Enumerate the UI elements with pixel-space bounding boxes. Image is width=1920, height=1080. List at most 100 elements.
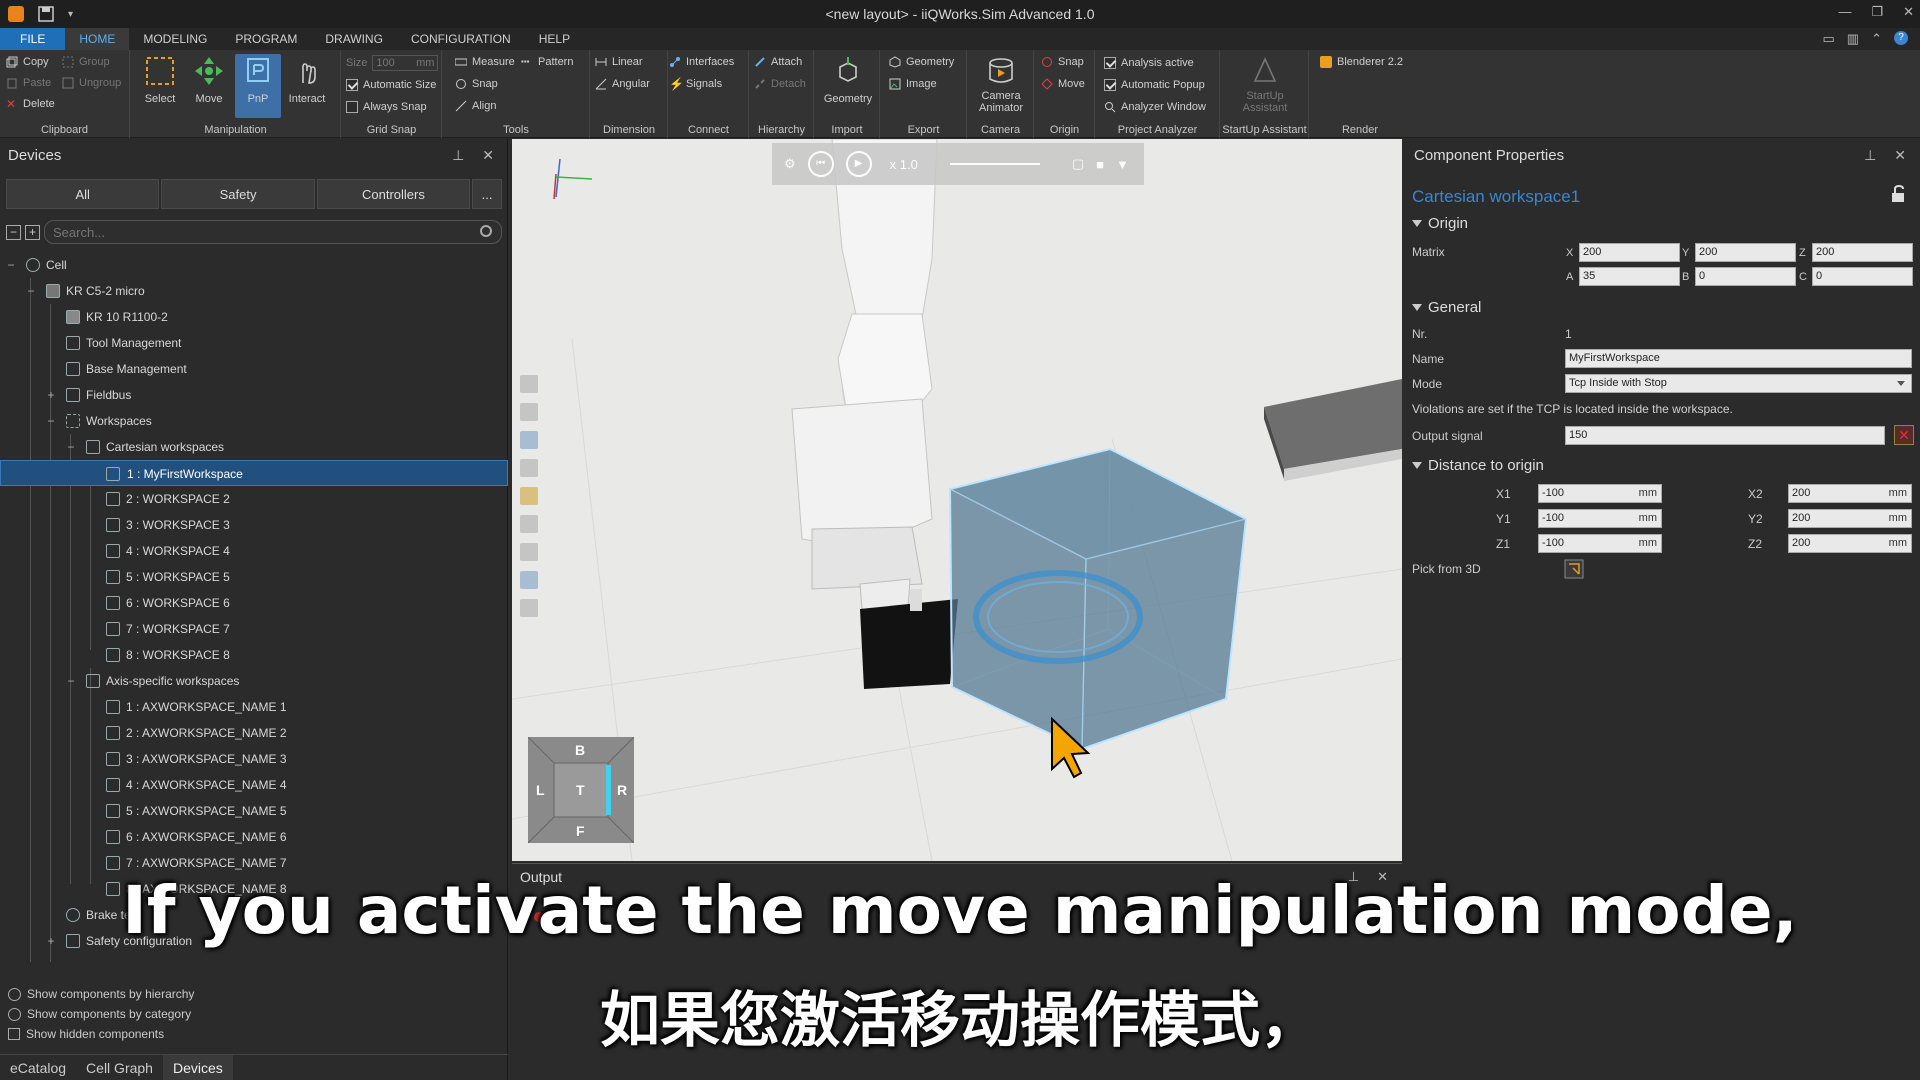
tree-item-axworkspace-6[interactable]: 6 : AXWORKSPACE_NAME 6 bbox=[0, 824, 508, 850]
name-input[interactable]: MyFirstWorkspace bbox=[1565, 349, 1912, 368]
tree-item-workspace-2[interactable]: 2 : WORKSPACE 2 bbox=[0, 486, 508, 512]
matrix-z-field[interactable]: 200 bbox=[1812, 243, 1913, 262]
origin-move-button[interactable]: Move bbox=[1041, 78, 1085, 90]
layout-icon[interactable]: ▭ bbox=[1823, 31, 1835, 47]
tree-item-workspace-7[interactable]: 7 : WORKSPACE 7 bbox=[0, 616, 508, 642]
linear-button[interactable]: Linear bbox=[595, 56, 643, 68]
tree-item-robot[interactable]: KR 10 R1100-2 bbox=[0, 304, 508, 330]
window-layout-icon[interactable]: ▥ bbox=[1847, 31, 1859, 47]
speed-slider[interactable] bbox=[949, 163, 1040, 165]
automatic-popup-checkbox[interactable]: Automatic Popup bbox=[1104, 79, 1205, 91]
quick-access-dropdown-icon[interactable]: ▾ bbox=[68, 9, 73, 20]
filter-icon[interactable]: ▼ bbox=[1116, 157, 1129, 172]
tree-item-base-management[interactable]: Base Management bbox=[0, 356, 508, 382]
export-image-button[interactable]: Image bbox=[889, 78, 937, 90]
menu-home[interactable]: HOME bbox=[65, 28, 130, 50]
distance-y1-field[interactable]: -100 mm bbox=[1538, 509, 1662, 528]
render-mode-icon[interactable] bbox=[520, 487, 538, 505]
search-icon[interactable] bbox=[480, 225, 492, 237]
ungroup-button[interactable]: Ungroup bbox=[62, 77, 121, 89]
interfaces-button[interactable]: Interfaces bbox=[669, 56, 734, 68]
tree-item-workspace-8[interactable]: 8 : WORKSPACE 8 bbox=[0, 642, 508, 668]
navcube-left[interactable]: L bbox=[536, 782, 545, 798]
align-button[interactable]: Align bbox=[455, 100, 496, 112]
distance-z1-field[interactable]: -100 mm bbox=[1538, 534, 1662, 553]
always-snap-checkbox[interactable]: Always Snap bbox=[346, 101, 427, 113]
tree-item-cartesian-workspaces[interactable]: − Cartesian workspaces bbox=[0, 434, 508, 460]
menu-configuration[interactable]: CONFIGURATION bbox=[397, 28, 525, 50]
menu-drawing[interactable]: DRAWING bbox=[311, 28, 397, 50]
menu-program[interactable]: PROGRAM bbox=[221, 28, 311, 50]
delete-button[interactable]: ✕ Delete bbox=[6, 98, 55, 110]
distance-x1-field[interactable]: -100 mm bbox=[1538, 484, 1662, 503]
pnp-button[interactable]: PnP bbox=[235, 54, 281, 118]
mode-select[interactable]: Tcp Inside with Stop bbox=[1565, 374, 1912, 393]
matrix-y-field[interactable]: 200 bbox=[1695, 243, 1796, 262]
tree-item-fieldbus[interactable]: + Fieldbus bbox=[0, 382, 508, 408]
tab-more[interactable]: ... bbox=[472, 179, 503, 209]
search-input[interactable] bbox=[44, 220, 502, 244]
signals-button[interactable]: ⚡ Signals bbox=[669, 78, 722, 90]
navcube-right[interactable]: R bbox=[617, 782, 627, 798]
tree-item-workspace-3[interactable]: 3 : WORKSPACE 3 bbox=[0, 512, 508, 538]
navigation-cube[interactable]: B L T R F bbox=[528, 737, 634, 843]
perspective-icon[interactable] bbox=[520, 459, 538, 477]
origin-snap-button[interactable]: Snap bbox=[1041, 56, 1084, 68]
tree-item-workspace-5[interactable]: 5 : WORKSPACE 5 bbox=[0, 564, 508, 590]
move-button[interactable]: Move bbox=[186, 54, 232, 118]
interact-button[interactable]: Interact bbox=[284, 54, 330, 118]
tree-item-workspaces[interactable]: − Workspaces bbox=[0, 408, 508, 434]
restore-icon[interactable]: ❐ bbox=[1871, 4, 1883, 20]
unlock-icon[interactable] bbox=[1890, 185, 1906, 203]
tree-item-axworkspace-4[interactable]: 4 : AXWORKSPACE_NAME 4 bbox=[0, 772, 508, 798]
collapse-ribbon-icon[interactable]: ⌃ bbox=[1871, 31, 1882, 47]
3d-viewport[interactable]: ⚙ ⏮ ▶ x 1.0 ▢ ■ ▼ B L T R F bbox=[512, 139, 1402, 861]
matrix-b-field[interactable]: 0 bbox=[1695, 267, 1796, 286]
grid-size-input[interactable]: 100 mm bbox=[372, 55, 439, 71]
tree-item-cell[interactable]: − Cell bbox=[0, 252, 508, 278]
distance-y2-field[interactable]: 200 mm bbox=[1788, 509, 1912, 528]
cube-view-icon[interactable] bbox=[520, 599, 538, 617]
help-icon[interactable]: ? bbox=[1894, 31, 1908, 45]
tree-item-axworkspace-2[interactable]: 2 : AXWORKSPACE_NAME 2 bbox=[0, 720, 508, 746]
distance-x2-field[interactable]: 200 mm bbox=[1788, 484, 1912, 503]
camera-icon[interactable]: ■ bbox=[1096, 157, 1104, 172]
measure-button[interactable]: Measure bbox=[455, 56, 515, 68]
close-panel-icon[interactable]: ✕ bbox=[482, 147, 494, 164]
menu-help[interactable]: HELP bbox=[525, 28, 584, 50]
tree-item-workspace-4[interactable]: 4 : WORKSPACE 4 bbox=[0, 538, 508, 564]
tree-item-axworkspace-3[interactable]: 3 : AXWORKSPACE_NAME 3 bbox=[0, 746, 508, 772]
tree-item-controller[interactable]: − KR C5-2 micro bbox=[0, 278, 508, 304]
collapse-all-icon[interactable]: − bbox=[6, 224, 21, 240]
close-window-icon[interactable]: ✕ bbox=[1903, 4, 1914, 20]
tree-item-tool-management[interactable]: Tool Management bbox=[0, 330, 508, 356]
tree-item-axis-workspaces[interactable]: − Axis-specific workspaces bbox=[0, 668, 508, 694]
camera-animator-button[interactable]: Camera Animator bbox=[974, 54, 1028, 118]
matrix-a-field[interactable]: 35 bbox=[1579, 267, 1680, 286]
navcube-top[interactable]: B bbox=[575, 742, 585, 758]
tree-item-axworkspace-5[interactable]: 5 : AXWORKSPACE_NAME 5 bbox=[0, 798, 508, 824]
tools-snap-button[interactable]: Snap bbox=[455, 78, 498, 90]
analysis-active-checkbox[interactable]: Analysis active bbox=[1104, 57, 1194, 69]
automatic-size-checkbox[interactable]: Automatic Size bbox=[346, 79, 436, 91]
blender-button[interactable]: Blenderer 2.2 bbox=[1320, 56, 1403, 68]
minimize-icon[interactable]: — bbox=[1838, 4, 1851, 20]
paste-button[interactable]: Paste bbox=[6, 77, 51, 89]
matrix-x-field[interactable]: 200 bbox=[1579, 243, 1680, 262]
matrix-c-field[interactable]: 0 bbox=[1812, 267, 1913, 286]
section-origin[interactable]: Origin bbox=[1412, 215, 1468, 232]
axes-icon[interactable] bbox=[520, 515, 538, 533]
pick-from-3d-icon[interactable] bbox=[1564, 559, 1584, 579]
tree-item-workspace-6[interactable]: 6 : WORKSPACE 6 bbox=[0, 590, 508, 616]
play-icon[interactable]: ▶ bbox=[845, 151, 872, 177]
angular-button[interactable]: Angular bbox=[595, 78, 650, 90]
navcube-center[interactable]: T bbox=[576, 782, 585, 798]
distance-z2-field[interactable]: 200 mm bbox=[1788, 534, 1912, 553]
view-grid-icon[interactable] bbox=[520, 431, 538, 449]
save-icon[interactable] bbox=[38, 6, 54, 22]
tree-item-axworkspace-1[interactable]: 1 : AXWORKSPACE_NAME 1 bbox=[0, 694, 508, 720]
navcube-bottom[interactable]: F bbox=[576, 823, 585, 839]
clear-signal-icon[interactable]: ✕ bbox=[1894, 425, 1914, 445]
startup-assistant-button[interactable]: StartUp Assistant bbox=[1235, 54, 1295, 118]
pattern-button[interactable]: ▪▪▪ Pattern bbox=[521, 56, 573, 68]
